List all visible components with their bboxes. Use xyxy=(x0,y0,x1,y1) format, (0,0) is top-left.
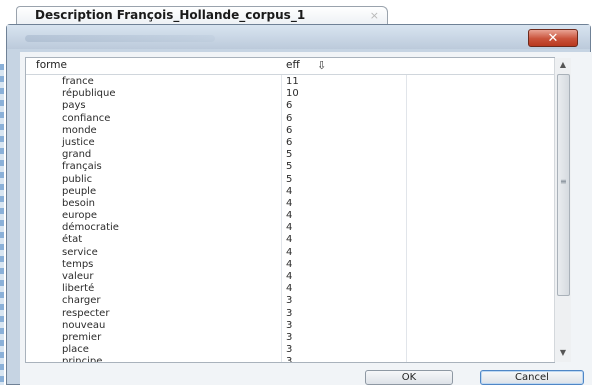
cell-eff: 3 xyxy=(286,356,293,363)
cell-eff: 4 xyxy=(286,234,293,246)
table-row[interactable]: confiance 6 xyxy=(26,112,554,125)
cell-forme: besoin xyxy=(62,197,95,209)
close-button[interactable]: ✕ xyxy=(528,29,578,47)
cell-eff: 4 xyxy=(286,258,293,270)
cell-eff: 3 xyxy=(286,344,293,356)
cell-forme: justice xyxy=(62,136,95,148)
table-row[interactable]: place 3 xyxy=(26,344,554,356)
cell-eff: 4 xyxy=(286,185,293,197)
cancel-button[interactable]: Cancel xyxy=(480,370,584,385)
cell-eff: 6 xyxy=(286,112,293,124)
table-row[interactable]: nouveau 3 xyxy=(26,319,554,332)
scroll-down-icon[interactable]: ▼ xyxy=(555,346,571,360)
cell-eff: 4 xyxy=(286,271,293,282)
ok-button[interactable]: OK xyxy=(365,370,453,385)
table-row[interactable]: charger 3 xyxy=(26,295,554,307)
table-row[interactable]: public 5 xyxy=(26,173,554,186)
cell-eff: 5 xyxy=(286,149,293,161)
cell-forme: europe xyxy=(62,210,97,222)
cell-eff: 10 xyxy=(286,88,299,100)
table-row[interactable]: france 11 xyxy=(26,76,554,88)
table-header: forme eff ⇩ xyxy=(26,58,554,75)
cell-forme: nouveau xyxy=(62,319,106,331)
close-icon: ✕ xyxy=(547,30,559,46)
table-row[interactable]: pays 6 xyxy=(26,100,554,112)
cell-forme: démocratie xyxy=(62,222,119,234)
cell-forme: place xyxy=(62,344,89,356)
table-row[interactable]: démocratie 4 xyxy=(26,222,554,234)
cell-forme: charger xyxy=(62,295,101,307)
table-body: france 11 république 10 pays 6 confiance 6 monde… xyxy=(26,76,554,363)
cell-eff: 3 xyxy=(286,307,293,319)
cell-eff: 6 xyxy=(286,124,293,136)
grip-icon: ≡ xyxy=(560,177,567,186)
cell-eff: 4 xyxy=(286,246,293,258)
table-row[interactable]: premier 3 xyxy=(26,331,554,344)
cell-forme: état xyxy=(62,234,83,246)
cell-forme: pays xyxy=(62,100,86,112)
table-row[interactable]: république 10 xyxy=(26,88,554,100)
frequency-table: forme eff ⇩ france 11 république 10 pays 6 con… xyxy=(25,57,555,363)
tab-strip: Description François_Hollande_corpus_1 × xyxy=(0,0,593,24)
cell-forme: france xyxy=(62,76,94,87)
cell-eff: 6 xyxy=(286,136,293,148)
scroll-up-icon[interactable]: ▲ xyxy=(555,58,571,72)
title-bar-blurred-text xyxy=(25,35,215,42)
cell-forme: service xyxy=(62,246,98,258)
cell-eff: 5 xyxy=(286,173,293,185)
cell-forme: respecter xyxy=(62,307,110,319)
tab-title: Description François_Hollande_corpus_1 xyxy=(35,8,306,22)
table-row[interactable]: europe 4 xyxy=(26,210,554,222)
table-row[interactable]: justice 6 xyxy=(26,136,554,149)
table-row[interactable]: grand 5 xyxy=(26,149,554,161)
cell-forme: monde xyxy=(62,124,97,136)
cell-eff: 5 xyxy=(286,161,293,173)
table-row[interactable]: liberté 4 xyxy=(26,283,554,295)
cell-eff: 3 xyxy=(286,331,293,343)
table-row[interactable]: temps 4 xyxy=(26,258,554,271)
left-decoration xyxy=(0,64,4,385)
tab-close-icon[interactable]: × xyxy=(370,9,379,22)
tab-description[interactable]: Description François_Hollande_corpus_1 × xyxy=(16,6,388,24)
cell-forme: valeur xyxy=(62,271,94,282)
cell-forme: principe xyxy=(62,356,103,363)
cell-eff: 3 xyxy=(286,295,293,307)
table-row[interactable]: français 5 xyxy=(26,161,554,173)
table-row[interactable]: service 4 xyxy=(26,246,554,259)
cell-forme: confiance xyxy=(62,112,111,124)
table-row[interactable]: respecter 3 xyxy=(26,307,554,320)
column-header-forme[interactable]: forme xyxy=(36,59,67,71)
sort-down-icon[interactable]: ⇩ xyxy=(317,59,326,72)
table-row[interactable]: monde 6 xyxy=(26,124,554,137)
cell-forme: république xyxy=(62,88,116,100)
column-header-eff[interactable]: eff xyxy=(286,59,300,71)
cell-eff: 4 xyxy=(286,222,293,234)
title-bar: ✕ xyxy=(7,25,590,49)
cell-forme: premier xyxy=(62,331,102,343)
vertical-scrollbar[interactable]: ▲ ≡ ▼ xyxy=(554,58,571,362)
cell-eff: 4 xyxy=(286,283,293,295)
table-row[interactable]: peuple 4 xyxy=(26,185,554,198)
cell-eff: 3 xyxy=(286,319,293,331)
cell-forme: grand xyxy=(62,149,92,161)
cell-eff: 4 xyxy=(286,197,293,209)
cell-eff: 6 xyxy=(286,100,293,112)
cell-forme: liberté xyxy=(62,283,95,295)
table-row[interactable]: besoin 4 xyxy=(26,197,554,210)
cell-forme: public xyxy=(62,173,93,185)
table-row[interactable]: état 4 xyxy=(26,234,554,246)
cell-forme: peuple xyxy=(62,185,97,197)
cell-eff: 4 xyxy=(286,210,293,222)
table-row[interactable]: principe 3 xyxy=(26,356,554,363)
cell-forme: temps xyxy=(62,258,94,270)
scroll-thumb[interactable]: ≡ xyxy=(557,74,570,296)
table-row[interactable]: valeur 4 xyxy=(26,271,554,283)
cell-eff: 11 xyxy=(286,76,299,87)
cell-forme: français xyxy=(62,161,102,173)
